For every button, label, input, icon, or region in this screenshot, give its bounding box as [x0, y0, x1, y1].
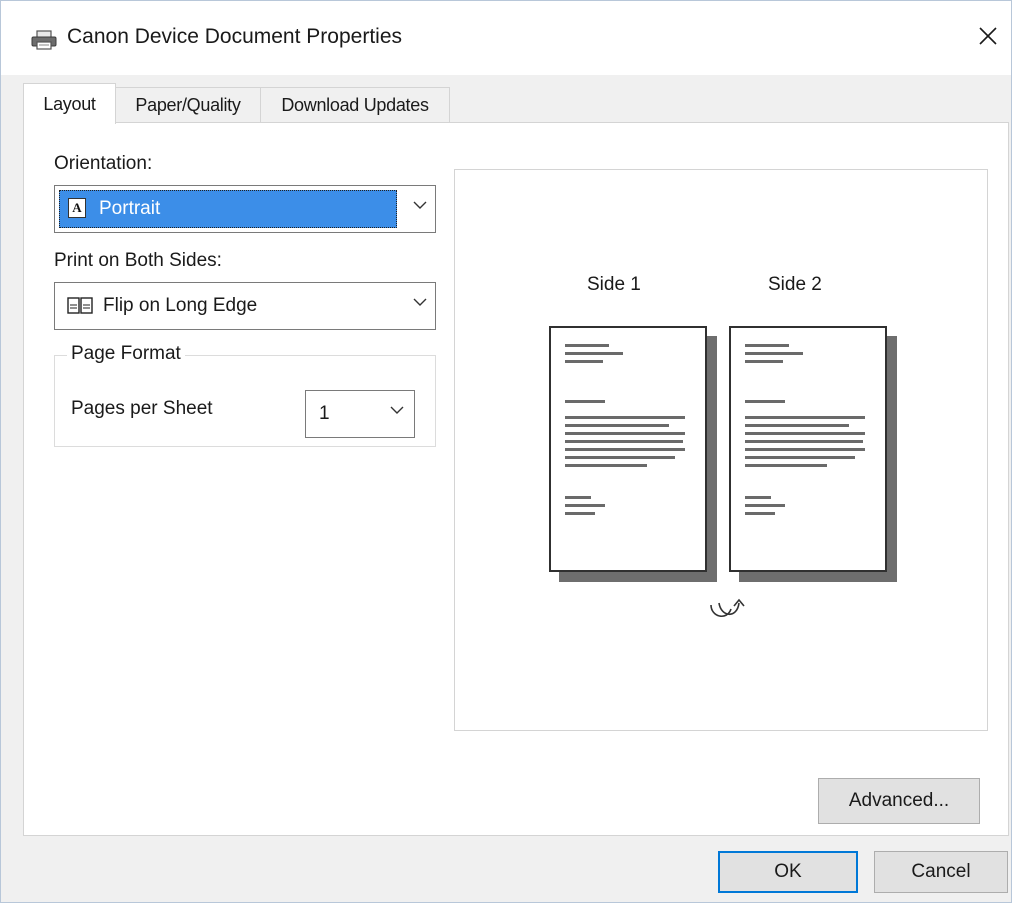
side2-page — [729, 326, 887, 572]
pages-per-sheet-select[interactable]: 1 — [305, 390, 415, 438]
text-line — [745, 352, 803, 355]
printer-icon — [31, 30, 57, 50]
text-line — [745, 456, 855, 459]
page-format-group: Page Format Pages per Sheet 1 — [54, 343, 436, 447]
orientation-select[interactable]: A Portrait — [54, 185, 436, 233]
orientation-value: Portrait — [99, 198, 161, 219]
text-line — [745, 504, 785, 507]
text-line — [745, 360, 783, 363]
page-format-title: Page Format — [67, 343, 185, 365]
text-line — [565, 432, 685, 435]
window-title: Canon Device Document Properties — [67, 25, 402, 48]
tab-layout[interactable]: Layout — [23, 83, 116, 124]
text-line — [565, 400, 605, 403]
side1-page — [549, 326, 707, 572]
text-line — [745, 432, 865, 435]
layout-panel: Orientation: A Portrait Print on Both Si… — [23, 122, 1009, 836]
text-line — [745, 344, 789, 347]
tab-download-updates[interactable]: Download Updates — [260, 87, 450, 123]
text-line — [565, 352, 623, 355]
chevron-down-icon — [413, 298, 427, 306]
title-bar[interactable]: Canon Device Document Properties — [1, 1, 1011, 75]
document-properties-window: Canon Device Document Properties Layout … — [0, 0, 1012, 903]
text-line — [745, 416, 865, 419]
close-button[interactable] — [965, 11, 1011, 61]
pages-per-sheet-value: 1 — [319, 403, 330, 424]
text-line — [565, 440, 683, 443]
text-line — [745, 512, 775, 515]
ok-button[interactable]: OK — [718, 851, 858, 893]
tab-paper-quality[interactable]: Paper/Quality — [115, 87, 261, 123]
chevron-down-icon — [413, 201, 427, 209]
text-line — [745, 440, 863, 443]
cancel-button[interactable]: Cancel — [874, 851, 1008, 893]
text-line — [745, 496, 771, 499]
side2-label: Side 2 — [768, 274, 822, 295]
text-line — [565, 504, 605, 507]
print-both-sides-label: Print on Both Sides: — [54, 250, 222, 271]
duplex-preview: Side 1 Side 2 — [454, 169, 988, 731]
text-line — [565, 360, 603, 363]
chevron-down-icon — [390, 406, 404, 414]
pages-per-sheet-label: Pages per Sheet — [71, 398, 213, 419]
text-line — [565, 424, 669, 427]
flip-long-edge-icon — [67, 297, 93, 314]
text-line — [565, 344, 609, 347]
text-line — [565, 464, 647, 467]
text-line — [565, 512, 595, 515]
orientation-label: Orientation: — [54, 153, 153, 174]
side1-label: Side 1 — [587, 274, 641, 295]
text-line — [745, 448, 865, 451]
text-line — [745, 464, 827, 467]
flip-rotate-icon — [710, 598, 745, 617]
text-line — [565, 496, 591, 499]
text-line — [565, 456, 675, 459]
text-line — [565, 448, 685, 451]
print-both-sides-value: Flip on Long Edge — [103, 295, 258, 316]
portrait-icon: A — [68, 198, 86, 218]
text-line — [565, 416, 685, 419]
close-icon — [979, 27, 997, 45]
text-line — [745, 424, 849, 427]
advanced-button[interactable]: Advanced... — [818, 778, 980, 824]
text-line — [745, 400, 785, 403]
print-both-sides-select[interactable]: Flip on Long Edge — [54, 282, 436, 330]
